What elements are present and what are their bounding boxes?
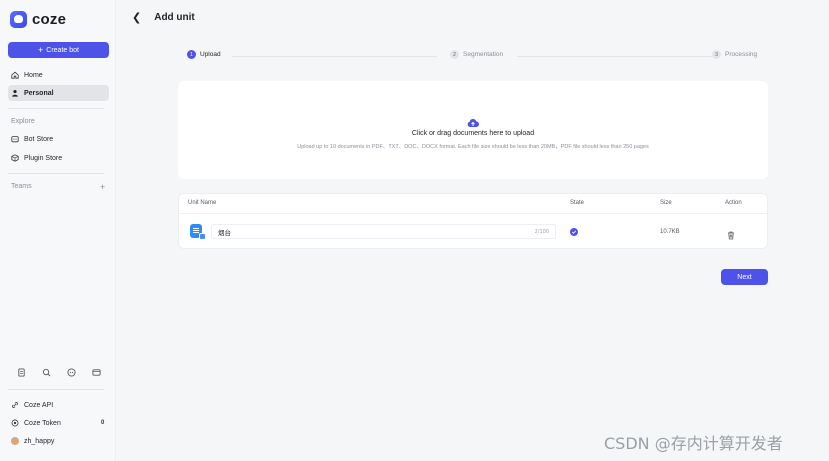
bot-store-icon [11, 135, 19, 143]
sidebar-item-coze-token[interactable]: Coze Token [8, 415, 109, 431]
sidebar-item-coze-api[interactable]: Coze API [8, 397, 109, 413]
main-content: ❮ Add unit 1 Upload 2 Segmentation 3 Pro… [116, 0, 829, 461]
sidebar: coze + Create bot Home Personal Explore … [0, 0, 116, 461]
coze-logo[interactable]: coze [10, 11, 66, 28]
plus-icon: + [38, 44, 44, 55]
cloud-upload-icon [467, 115, 479, 127]
brand-name: coze [32, 11, 67, 28]
sidebar-item-label: Coze API [24, 401, 54, 409]
sidebar-divider [8, 108, 104, 109]
upload-instructions: Click or drag documents here to upload [411, 130, 535, 137]
explore-section-label: Explore [11, 118, 35, 125]
step-label: Processing [725, 51, 758, 58]
user-icon [11, 89, 19, 97]
sidebar-divider [8, 389, 104, 390]
step-connector [232, 56, 437, 57]
sidebar-item-label: Home [24, 71, 43, 79]
column-header-size: Size [660, 200, 672, 206]
plugin-store-icon [11, 154, 19, 162]
token-icon [11, 419, 19, 427]
step-segmentation: 2 Segmentation [450, 50, 507, 59]
column-header-state: State [570, 200, 585, 206]
table-header-divider [179, 213, 767, 214]
trash-icon[interactable] [727, 227, 735, 240]
username: zh_happy [24, 437, 55, 445]
avatar [11, 437, 19, 445]
unit-name-input[interactable]: 烟台 2/100 [211, 224, 556, 239]
sidebar-item-label: Personal [24, 89, 54, 97]
step-label: Segmentation [463, 51, 504, 58]
sidebar-divider [8, 173, 104, 174]
column-header-unit-name: Unit Name [188, 200, 217, 206]
sidebar-item-label: Bot Store [24, 135, 54, 143]
document-type-badge-icon [199, 233, 206, 240]
link-icon [11, 401, 19, 409]
discord-icon[interactable] [67, 368, 76, 377]
step-number: 2 [450, 50, 459, 59]
sidebar-item-home[interactable]: Home [8, 67, 109, 83]
sidebar-utility-icons [17, 368, 101, 377]
teams-section-label: Teams [11, 183, 32, 190]
sidebar-item-user[interactable]: zh_happy [8, 433, 109, 449]
char-counter: 2/100 [534, 228, 549, 235]
message-icon[interactable] [92, 368, 101, 377]
column-header-action: Action [725, 200, 742, 206]
file-size: 10.7KB [660, 229, 680, 235]
home-icon [11, 71, 19, 79]
token-count: 0 [101, 420, 105, 426]
docs-icon[interactable] [17, 368, 26, 377]
unit-name-value: 烟台 [218, 228, 231, 237]
unit-table: Unit Name State Size Action 烟台 2/100 10.… [178, 193, 768, 249]
create-bot-button[interactable]: + Create bot [8, 42, 109, 58]
watermark-text: CSDN @存内计算开发者 [604, 434, 783, 453]
step-indicator: 1 Upload 2 Segmentation 3 Processing [187, 50, 761, 62]
sidebar-item-bot-store[interactable]: Bot Store [8, 131, 109, 147]
page-title: Add unit [154, 12, 195, 23]
sidebar-item-label: Plugin Store [24, 154, 63, 162]
sidebar-item-personal[interactable]: Personal [8, 85, 109, 101]
create-bot-label: Create bot [46, 46, 79, 54]
search-doc-icon[interactable] [42, 368, 51, 377]
success-check-icon [570, 228, 578, 236]
step-upload: 1 Upload [187, 50, 224, 59]
step-number: 1 [187, 50, 196, 59]
step-number: 3 [712, 50, 721, 59]
next-button[interactable]: Next [721, 269, 768, 285]
step-processing: 3 Processing [712, 50, 761, 59]
page-header: ❮ Add unit [132, 11, 195, 24]
step-connector [517, 56, 712, 57]
upload-constraints: Upload up to 10 documents in PDF、TXT、DOC… [297, 144, 649, 150]
back-arrow-icon[interactable]: ❮ [132, 11, 141, 24]
step-label: Upload [200, 51, 221, 58]
coze-logo-icon [10, 11, 27, 28]
sidebar-item-label: Coze Token [24, 419, 61, 427]
sidebar-item-plugin-store[interactable]: Plugin Store [8, 150, 109, 166]
add-team-icon[interactable]: + [100, 182, 105, 192]
upload-dropzone[interactable]: Click or drag documents here to upload U… [178, 81, 768, 179]
